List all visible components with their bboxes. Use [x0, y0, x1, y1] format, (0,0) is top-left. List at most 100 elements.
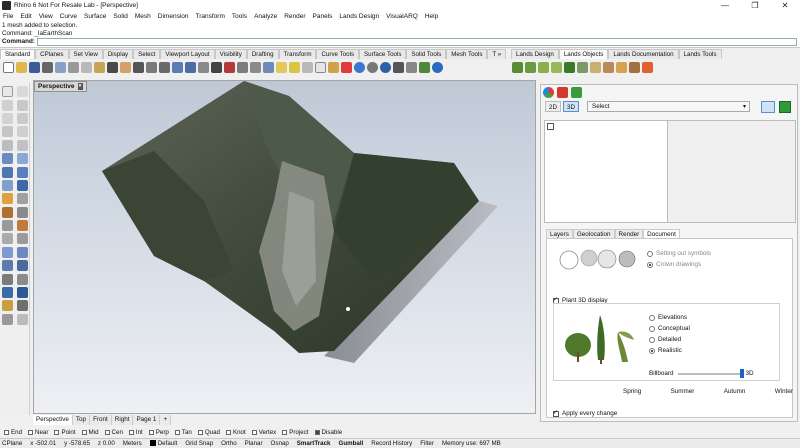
polygon-icon[interactable]	[2, 139, 13, 151]
menu-file[interactable]: File	[3, 13, 13, 20]
rotate-view-icon[interactable]	[133, 62, 144, 73]
tab-viewport-layout[interactable]: Viewport Layout	[160, 49, 215, 59]
radio-detailed[interactable]: Detailed	[649, 336, 690, 343]
status-gumball[interactable]: Gumball	[339, 440, 364, 447]
radio-setting-out-symbols[interactable]: Setting out symbols	[647, 250, 711, 257]
zoom-icon[interactable]	[146, 62, 157, 73]
tab-lands-objects[interactable]: Lands Objects	[558, 49, 609, 59]
tab-perspective[interactable]: Perspective	[33, 415, 73, 425]
osnap-end[interactable]: End	[4, 429, 22, 436]
status-filter[interactable]: Filter	[420, 440, 434, 447]
mode-2d-button[interactable]: 2D	[545, 101, 561, 112]
menu-solid[interactable]: Solid	[113, 13, 127, 20]
tab-transform[interactable]: Transform	[278, 49, 317, 59]
radio-conceptual[interactable]: Conceptual	[649, 325, 690, 332]
point-icon[interactable]	[17, 86, 28, 98]
extrude-icon[interactable]	[17, 153, 28, 165]
radio-crown-drawings[interactable]: Crown drawings	[647, 261, 711, 268]
tab-solid-tools[interactable]: Solid Tools	[406, 49, 447, 59]
apply-every-change-checkbox[interactable]	[553, 409, 559, 417]
polyline-icon[interactable]	[2, 99, 13, 111]
menu-visualarq[interactable]: VisualARQ	[386, 13, 418, 20]
osnap-near[interactable]: Near	[28, 429, 48, 436]
osnap-perp[interactable]: Perp	[148, 429, 169, 436]
radio-circle[interactable]	[649, 336, 655, 343]
radio-elevations[interactable]: Elevations	[649, 314, 690, 321]
tab-standard[interactable]: Standard	[0, 49, 36, 59]
tab-lands-documentation[interactable]: Lands Documentation	[608, 49, 679, 59]
paving-icon[interactable]	[577, 62, 588, 73]
osnap-quad[interactable]: Quad	[197, 429, 220, 436]
tab-more[interactable]: T »	[487, 49, 507, 59]
slider-track[interactable]	[677, 368, 744, 378]
menu-tools[interactable]: Tools	[232, 13, 247, 20]
radio-circle[interactable]	[649, 314, 655, 321]
terrain-icon[interactable]	[616, 62, 627, 73]
status-record-history[interactable]: Record History	[371, 440, 412, 447]
season-spring[interactable]: Spring	[623, 388, 641, 395]
tab-render[interactable]: Render	[614, 229, 644, 238]
lock-icon[interactable]	[302, 62, 313, 73]
object-list-pane[interactable]	[544, 120, 668, 223]
print-icon[interactable]	[42, 62, 53, 73]
four-view-icon[interactable]	[211, 62, 222, 73]
circle-icon[interactable]	[2, 112, 13, 124]
lands-shield-icon[interactable]	[557, 87, 568, 98]
menu-render[interactable]: Render	[284, 13, 305, 20]
viewport-label[interactable]: Perspective ▾	[34, 81, 87, 92]
move-icon[interactable]	[263, 62, 274, 73]
osnap-point[interactable]: Point	[54, 429, 76, 436]
maximize-button[interactable]: ❐	[740, 1, 770, 10]
move-tool-icon[interactable]	[2, 246, 13, 258]
people-icon[interactable]	[761, 101, 775, 113]
status-smarttrack[interactable]: SmartTrack	[297, 440, 331, 447]
radio-circle[interactable]	[647, 261, 653, 268]
mesh-icon[interactable]	[2, 179, 13, 191]
tab-document[interactable]: Document	[643, 229, 680, 238]
osnap-checkbox[interactable]	[174, 429, 180, 435]
wall-icon[interactable]	[603, 62, 614, 73]
menu-curve[interactable]: Curve	[60, 13, 77, 20]
globe-icon[interactable]	[432, 62, 443, 73]
undo-icon[interactable]	[107, 62, 118, 73]
box-icon[interactable]	[2, 166, 13, 178]
menu-help[interactable]: Help	[425, 13, 438, 20]
zoom-extents-icon[interactable]	[172, 62, 183, 73]
osnap-checkbox[interactable]	[314, 429, 320, 435]
trim-icon[interactable]	[17, 220, 28, 232]
layers-icon[interactable]	[315, 62, 326, 73]
select-arrow-icon[interactable]	[2, 86, 13, 98]
add-tab-button[interactable]: +	[160, 415, 172, 425]
tab-select[interactable]: Select	[133, 49, 161, 59]
hedge-icon[interactable]	[551, 62, 562, 73]
ellipse-icon[interactable]	[2, 126, 13, 138]
osnap-vertex[interactable]: Vertex	[251, 429, 276, 436]
viewport-menu-dropdown-icon[interactable]: ▾	[77, 83, 83, 90]
osnap-mid[interactable]: Mid	[81, 429, 99, 436]
slider-thumb[interactable]	[739, 368, 744, 378]
properties-icon[interactable]	[55, 62, 66, 73]
rendered-sphere-icon[interactable]	[380, 62, 391, 73]
osnap-checkbox[interactable]	[81, 429, 87, 435]
minimize-button[interactable]: —	[710, 1, 740, 10]
plant-area-icon[interactable]	[564, 62, 575, 73]
grid-icon[interactable]	[237, 62, 248, 73]
document-thumbnail-icon[interactable]	[547, 123, 554, 130]
osnap-checkbox[interactable]	[282, 429, 288, 435]
boolean-icon[interactable]	[17, 179, 28, 191]
layout-icon[interactable]	[2, 313, 13, 325]
zoom-window-icon[interactable]	[159, 62, 170, 73]
color-swatch-icon[interactable]	[328, 62, 339, 73]
tab-mesh-tools[interactable]: Mesh Tools	[446, 49, 488, 59]
tab-page-1[interactable]: Page 1	[133, 415, 161, 425]
osnap-checkbox[interactable]	[251, 429, 257, 435]
plant-group-icon[interactable]	[538, 62, 549, 73]
split-icon[interactable]	[2, 233, 13, 245]
status-cplane[interactable]: CPlane	[2, 440, 22, 447]
plant-icon[interactable]	[512, 62, 523, 73]
analyze-icon[interactable]	[2, 287, 13, 299]
material-sphere-icon[interactable]	[341, 62, 352, 73]
tab-top[interactable]: Top	[72, 415, 91, 425]
copy-tool-icon[interactable]	[17, 246, 28, 258]
render-sphere-icon[interactable]	[354, 62, 365, 73]
